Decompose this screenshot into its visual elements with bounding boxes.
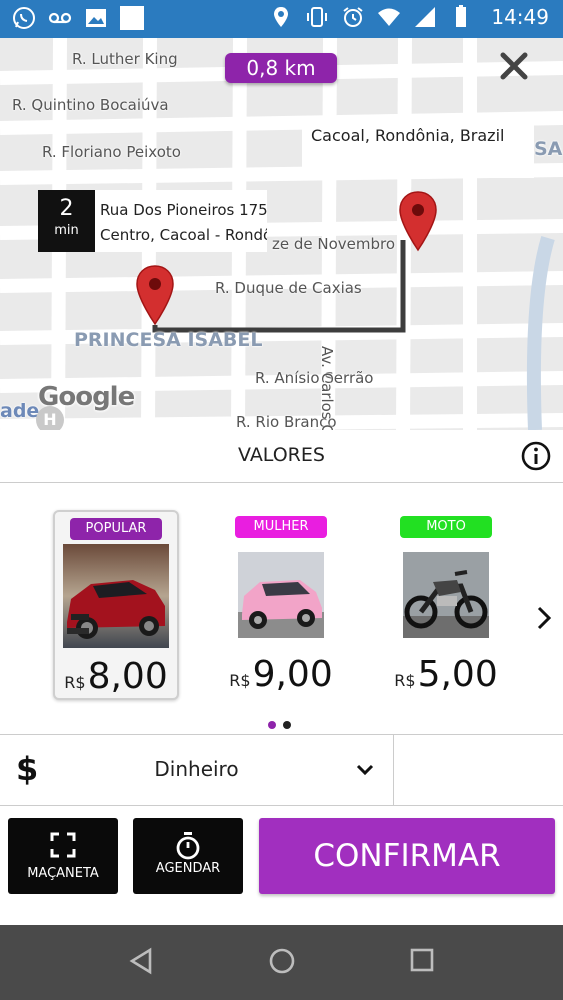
- scan-frame-icon: [50, 832, 76, 858]
- car-image: [63, 544, 169, 648]
- carousel-pagination: [268, 714, 298, 733]
- page-dot-active[interactable]: [268, 721, 276, 729]
- red-car-icon: [63, 544, 169, 648]
- category-card-mulher[interactable]: MULHER R$9,00: [218, 510, 344, 700]
- category-badge: MULHER: [235, 516, 327, 538]
- info-icon[interactable]: [520, 440, 552, 472]
- agendar-label: AGENDAR: [155, 861, 221, 876]
- chevron-right-icon[interactable]: [530, 603, 558, 633]
- confirm-button[interactable]: CONFIRMAR: [259, 818, 555, 894]
- image-icon: [86, 9, 106, 27]
- macaneta-label: MAÇANETA: [27, 866, 99, 881]
- vibrate-icon: [307, 7, 328, 27]
- currency-symbol: R$: [394, 671, 416, 690]
- whatsapp-icon: [13, 7, 35, 29]
- street-label: R. Floriano Peixoto: [42, 143, 181, 161]
- street-label: PRINCESA ISABEL: [74, 329, 263, 351]
- stopwatch-icon: [176, 832, 200, 860]
- valores-header: VALORES: [0, 430, 563, 483]
- section-title: VALORES: [238, 444, 325, 466]
- street-label: ade: [0, 400, 40, 422]
- price-value: 5,00: [417, 654, 498, 695]
- signal-icon: [415, 7, 436, 27]
- macaneta-button[interactable]: MAÇANETA: [8, 818, 118, 894]
- blank-notification-icon: [120, 6, 144, 30]
- map-view[interactable]: R. Luther King R. Quintino Bocaiúva R. F…: [0, 38, 563, 430]
- destination-pin-icon: [399, 191, 437, 252]
- location-icon: [274, 7, 289, 27]
- category-price: R$8,00: [55, 656, 177, 697]
- status-bar: 14:49: [0, 0, 563, 38]
- currency-symbol: R$: [229, 671, 251, 690]
- price-value: 8,00: [87, 656, 168, 697]
- close-icon[interactable]: [496, 48, 532, 84]
- voicemail-icon: [48, 12, 72, 24]
- origin-address: Rua Dos Pioneiros 1759, Centro, Cacoal -…: [95, 190, 267, 252]
- currency-symbol: R$: [64, 673, 86, 692]
- origin-pin-icon: [136, 265, 174, 326]
- street-label: R. Luther King: [72, 50, 178, 68]
- street-label: ze de Novembro: [272, 235, 396, 253]
- category-price: R$9,00: [218, 654, 344, 695]
- street-label: R. Duque de Caxias: [215, 279, 362, 297]
- category-price: R$5,00: [383, 654, 509, 695]
- home-icon[interactable]: [268, 947, 296, 975]
- hospital-icon: H: [36, 406, 64, 430]
- payment-method-label: Dinheiro: [154, 757, 239, 781]
- payment-method-select[interactable]: $ Dinheiro: [0, 735, 394, 805]
- system-nav-bar: [0, 925, 563, 1000]
- origin-address-line2: Centro, Cacoal - Rondônia,: [100, 226, 267, 244]
- distance-badge: 0,8 km: [225, 53, 337, 83]
- street-label: R. Quintino Bocaiúva: [12, 96, 169, 114]
- motorcycle-icon: [403, 552, 489, 638]
- category-card-moto[interactable]: MOTO R$5,00: [383, 510, 509, 700]
- payment-row: $ Dinheiro: [0, 734, 563, 806]
- chevron-down-icon: [356, 764, 374, 776]
- category-badge: POPULAR: [70, 518, 162, 540]
- car-image: [403, 552, 489, 638]
- street-label: SA: [534, 138, 563, 160]
- category-badge: MOTO: [400, 516, 492, 538]
- street-label: R. Anísio Serrão: [255, 369, 374, 387]
- destination-address: Cacoal, Rondônia, Brazil: [302, 116, 534, 178]
- eta-unit: min: [54, 223, 79, 238]
- eta-box: 2 min: [38, 190, 95, 252]
- page-dot[interactable]: [283, 721, 291, 729]
- battery-icon: [456, 5, 467, 27]
- price-value: 9,00: [252, 654, 333, 695]
- origin-address-line1: Rua Dos Pioneiros 1759,: [100, 201, 267, 219]
- car-image: [238, 552, 324, 638]
- eta-value: 2: [59, 196, 74, 221]
- category-card-popular[interactable]: POPULAR R$8,00: [53, 510, 179, 700]
- pink-car-icon: [238, 552, 324, 638]
- recents-icon[interactable]: [409, 947, 435, 973]
- agendar-button[interactable]: AGENDAR: [133, 818, 243, 894]
- wifi-icon: [378, 8, 401, 26]
- alarm-icon: [343, 7, 363, 27]
- back-icon[interactable]: [128, 947, 154, 975]
- clock: 14:49: [491, 5, 549, 29]
- street-label: Av. Carlos Gomes: [318, 346, 336, 430]
